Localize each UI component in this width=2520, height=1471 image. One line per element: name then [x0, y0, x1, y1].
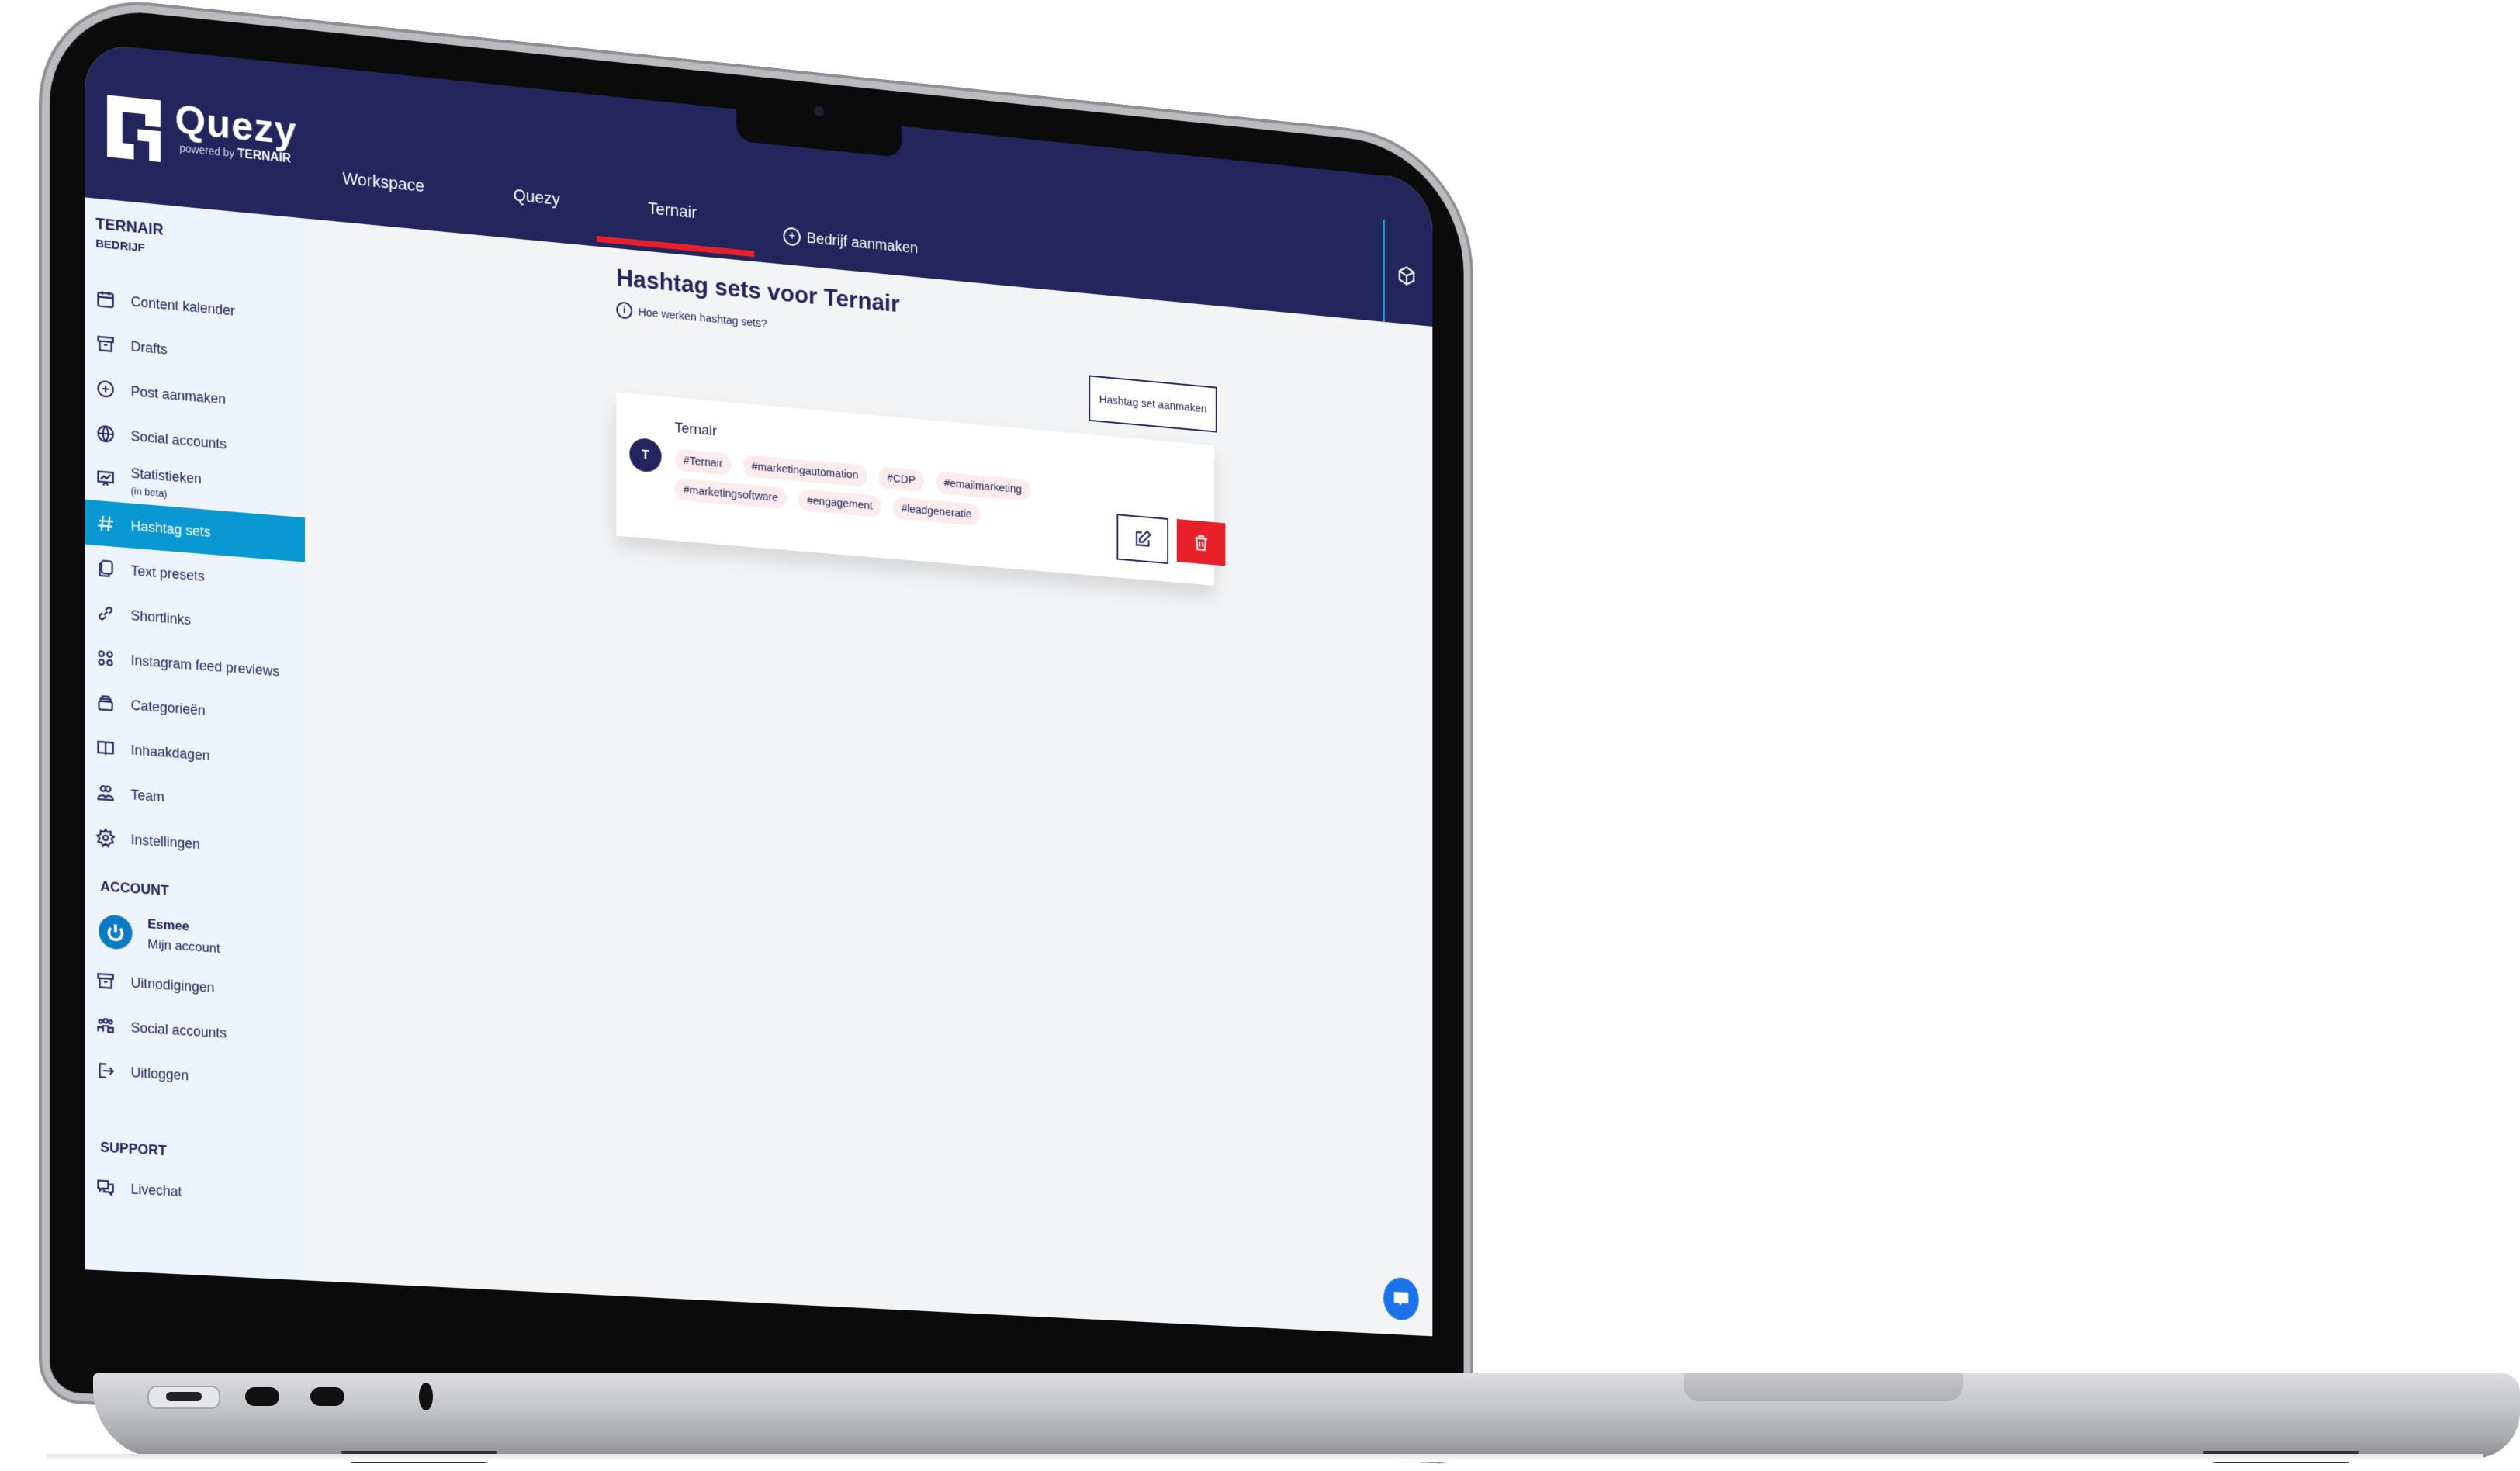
headphone-jack	[419, 1383, 433, 1410]
avatar	[99, 914, 133, 950]
sidebar-item-label: Uitnodigingen	[130, 974, 215, 995]
org-name: TERNAIR	[95, 215, 164, 239]
chat-icon	[95, 1177, 116, 1198]
sidebar-item-label: Categorieën	[130, 697, 206, 718]
hashtag-tag: #CDP	[878, 466, 924, 493]
hashtag-tag: #marketingsoftware	[674, 478, 788, 510]
hashtag-tag: #marketingautomation	[742, 454, 867, 487]
sidebar-item-label: Post aanmaken	[130, 382, 227, 407]
plus-circle-icon	[95, 378, 116, 400]
camera	[814, 105, 825, 117]
archive-icon	[95, 333, 116, 355]
book-icon	[95, 737, 116, 759]
tab-workspace[interactable]: Workspace	[342, 168, 424, 225]
hashtag-list: #Ternair #marketingautomation #CDP #emai…	[674, 448, 1075, 534]
sidebar-item-label: Social accounts	[130, 427, 227, 452]
documents-icon	[95, 558, 116, 580]
sidebar-item-label: Hashtag sets	[130, 517, 211, 540]
laptop-base	[93, 1373, 2520, 1463]
gear-icon	[95, 827, 116, 849]
edit-button[interactable]	[1116, 514, 1169, 565]
sidebar-item-label: Text presets	[130, 562, 205, 584]
edit-icon	[1134, 528, 1151, 549]
support-section-title: SUPPORT	[100, 1139, 167, 1159]
stack-icon	[95, 692, 116, 714]
magsafe-port	[147, 1386, 220, 1409]
usb-c-port	[310, 1387, 344, 1406]
logo-mark-icon	[103, 91, 164, 166]
users-icon	[95, 1016, 116, 1037]
trash-icon	[1192, 532, 1210, 553]
surface-shadow	[47, 1454, 2483, 1462]
create-company-label: Bedrijf aanmaken	[806, 229, 919, 257]
livechat-button[interactable]	[1383, 1276, 1419, 1321]
hashtag-tag: #Ternair	[674, 448, 732, 476]
hashtag-icon	[95, 513, 116, 535]
quezy-logo[interactable]: Quezy powered by TERNAIR	[103, 91, 296, 179]
cube-icon[interactable]	[1397, 265, 1417, 287]
main-content: Hashtag sets voor Ternair i Hoe werken h…	[305, 219, 1432, 1337]
org-type: BEDRIJF	[95, 237, 145, 255]
sidebar: TERNAIR BEDRIJF Content kalender Drafts …	[85, 197, 306, 1281]
sidebar-item-label: Livechat	[130, 1181, 182, 1199]
sidebar-item-label: Content kalender	[130, 293, 235, 319]
sidebar-nav: Content kalender Drafts Post aanmaken So…	[85, 275, 306, 1220]
hashtag-tag: #emailmarketing	[935, 471, 1030, 502]
chat-bubble-icon	[1393, 1291, 1409, 1307]
logout-icon	[95, 1060, 116, 1081]
sidebar-item-label: Instellingen	[130, 831, 200, 852]
sidebar-item-label: Social accounts	[130, 1019, 227, 1041]
calendar-icon	[95, 288, 116, 310]
sidebar-item-label: Uitloggen	[130, 1064, 189, 1083]
sidebar-item-label: Statistieken	[130, 465, 202, 487]
archive-icon	[95, 971, 116, 992]
help-link-label: Hoe werken hashtag sets?	[638, 305, 767, 331]
sidebar-item-label: Drafts	[130, 337, 168, 358]
plus-circle-icon: +	[783, 227, 801, 247]
create-company-button[interactable]: + Bedrijf aanmaken	[783, 212, 919, 273]
presentation-chart-icon	[95, 468, 116, 490]
nav-divider	[1383, 219, 1385, 322]
create-hashtag-set-button[interactable]: Hashtag set aanmaken	[1089, 375, 1217, 433]
set-name: Ternair	[674, 420, 717, 440]
sidebar-item-label: Inhaakdagen	[130, 742, 210, 763]
tab-ternair[interactable]: Ternair	[648, 199, 697, 251]
info-icon: i	[616, 301, 633, 320]
screen: Quezy powered by TERNAIR Workspace Quezy…	[85, 42, 1433, 1337]
hashtag-tag: #engagement	[798, 488, 881, 518]
my-account-link[interactable]: Mijn account	[147, 936, 220, 957]
lid-opening-groove	[1684, 1373, 1963, 1401]
hashtag-tag: #leadgeneratie	[892, 497, 981, 526]
laptop-lid: Quezy powered by TERNAIR Workspace Quezy…	[50, 3, 1464, 1455]
set-avatar: T	[629, 437, 662, 473]
delete-button[interactable]	[1176, 518, 1226, 566]
beta-label: (in beta)	[130, 484, 168, 500]
globe-icon	[95, 423, 116, 445]
sidebar-item-label: Instagram feed previews	[130, 652, 280, 679]
team-icon	[95, 782, 116, 804]
usb-c-port	[245, 1387, 279, 1406]
grid-icon	[95, 648, 116, 670]
sidebar-item-label: Team	[130, 786, 164, 805]
link-icon	[95, 603, 116, 625]
account-name: Esmee	[147, 916, 189, 934]
tab-quezy[interactable]: Quezy	[513, 185, 559, 239]
help-link[interactable]: i Hoe werken hashtag sets?	[616, 301, 767, 331]
sidebar-item-label: Shortlinks	[130, 607, 192, 628]
